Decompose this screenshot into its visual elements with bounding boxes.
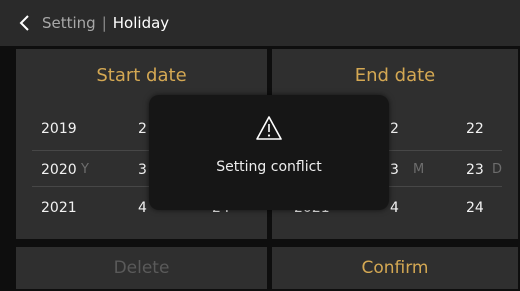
end-month-next: 4 (390, 200, 399, 216)
chevron-left-icon (19, 15, 29, 31)
warning-icon (256, 116, 282, 140)
start-month-selected: 3 (138, 162, 147, 178)
end-day-selected: 23 (466, 162, 484, 178)
confirm-button-label: Confirm (361, 258, 429, 278)
breadcrumb: Setting | Holiday (42, 14, 169, 32)
start-date-title: Start date (96, 65, 187, 86)
page-title: Holiday (112, 14, 170, 32)
breadcrumb-parent[interactable]: Setting (42, 14, 96, 32)
start-year-selected: 2020 (41, 162, 77, 178)
end-day-next: 24 (466, 200, 484, 216)
delete-button[interactable]: Delete (16, 247, 267, 289)
delete-button-label: Delete (113, 258, 170, 278)
dialog-message: Setting conflict (216, 159, 322, 175)
back-button[interactable] (12, 11, 36, 35)
breadcrumb-separator: | (101, 14, 107, 32)
end-day: 22 (466, 121, 484, 137)
header-bar: Setting | Holiday (0, 0, 520, 46)
end-month-selected: 3 (390, 162, 399, 178)
end-date-title: End date (354, 65, 436, 86)
end-month: 2 (390, 121, 399, 137)
start-year-next: 2021 (41, 200, 77, 216)
confirm-button[interactable]: Confirm (272, 247, 518, 289)
start-year: 2019 (41, 121, 77, 137)
start-month-next: 4 (138, 200, 147, 216)
end-month-unit: M (413, 162, 425, 177)
end-day-unit: D (492, 162, 503, 177)
start-year-unit: Y (81, 162, 89, 177)
start-month: 2 (138, 121, 147, 137)
conflict-dialog: Setting conflict (149, 95, 389, 210)
